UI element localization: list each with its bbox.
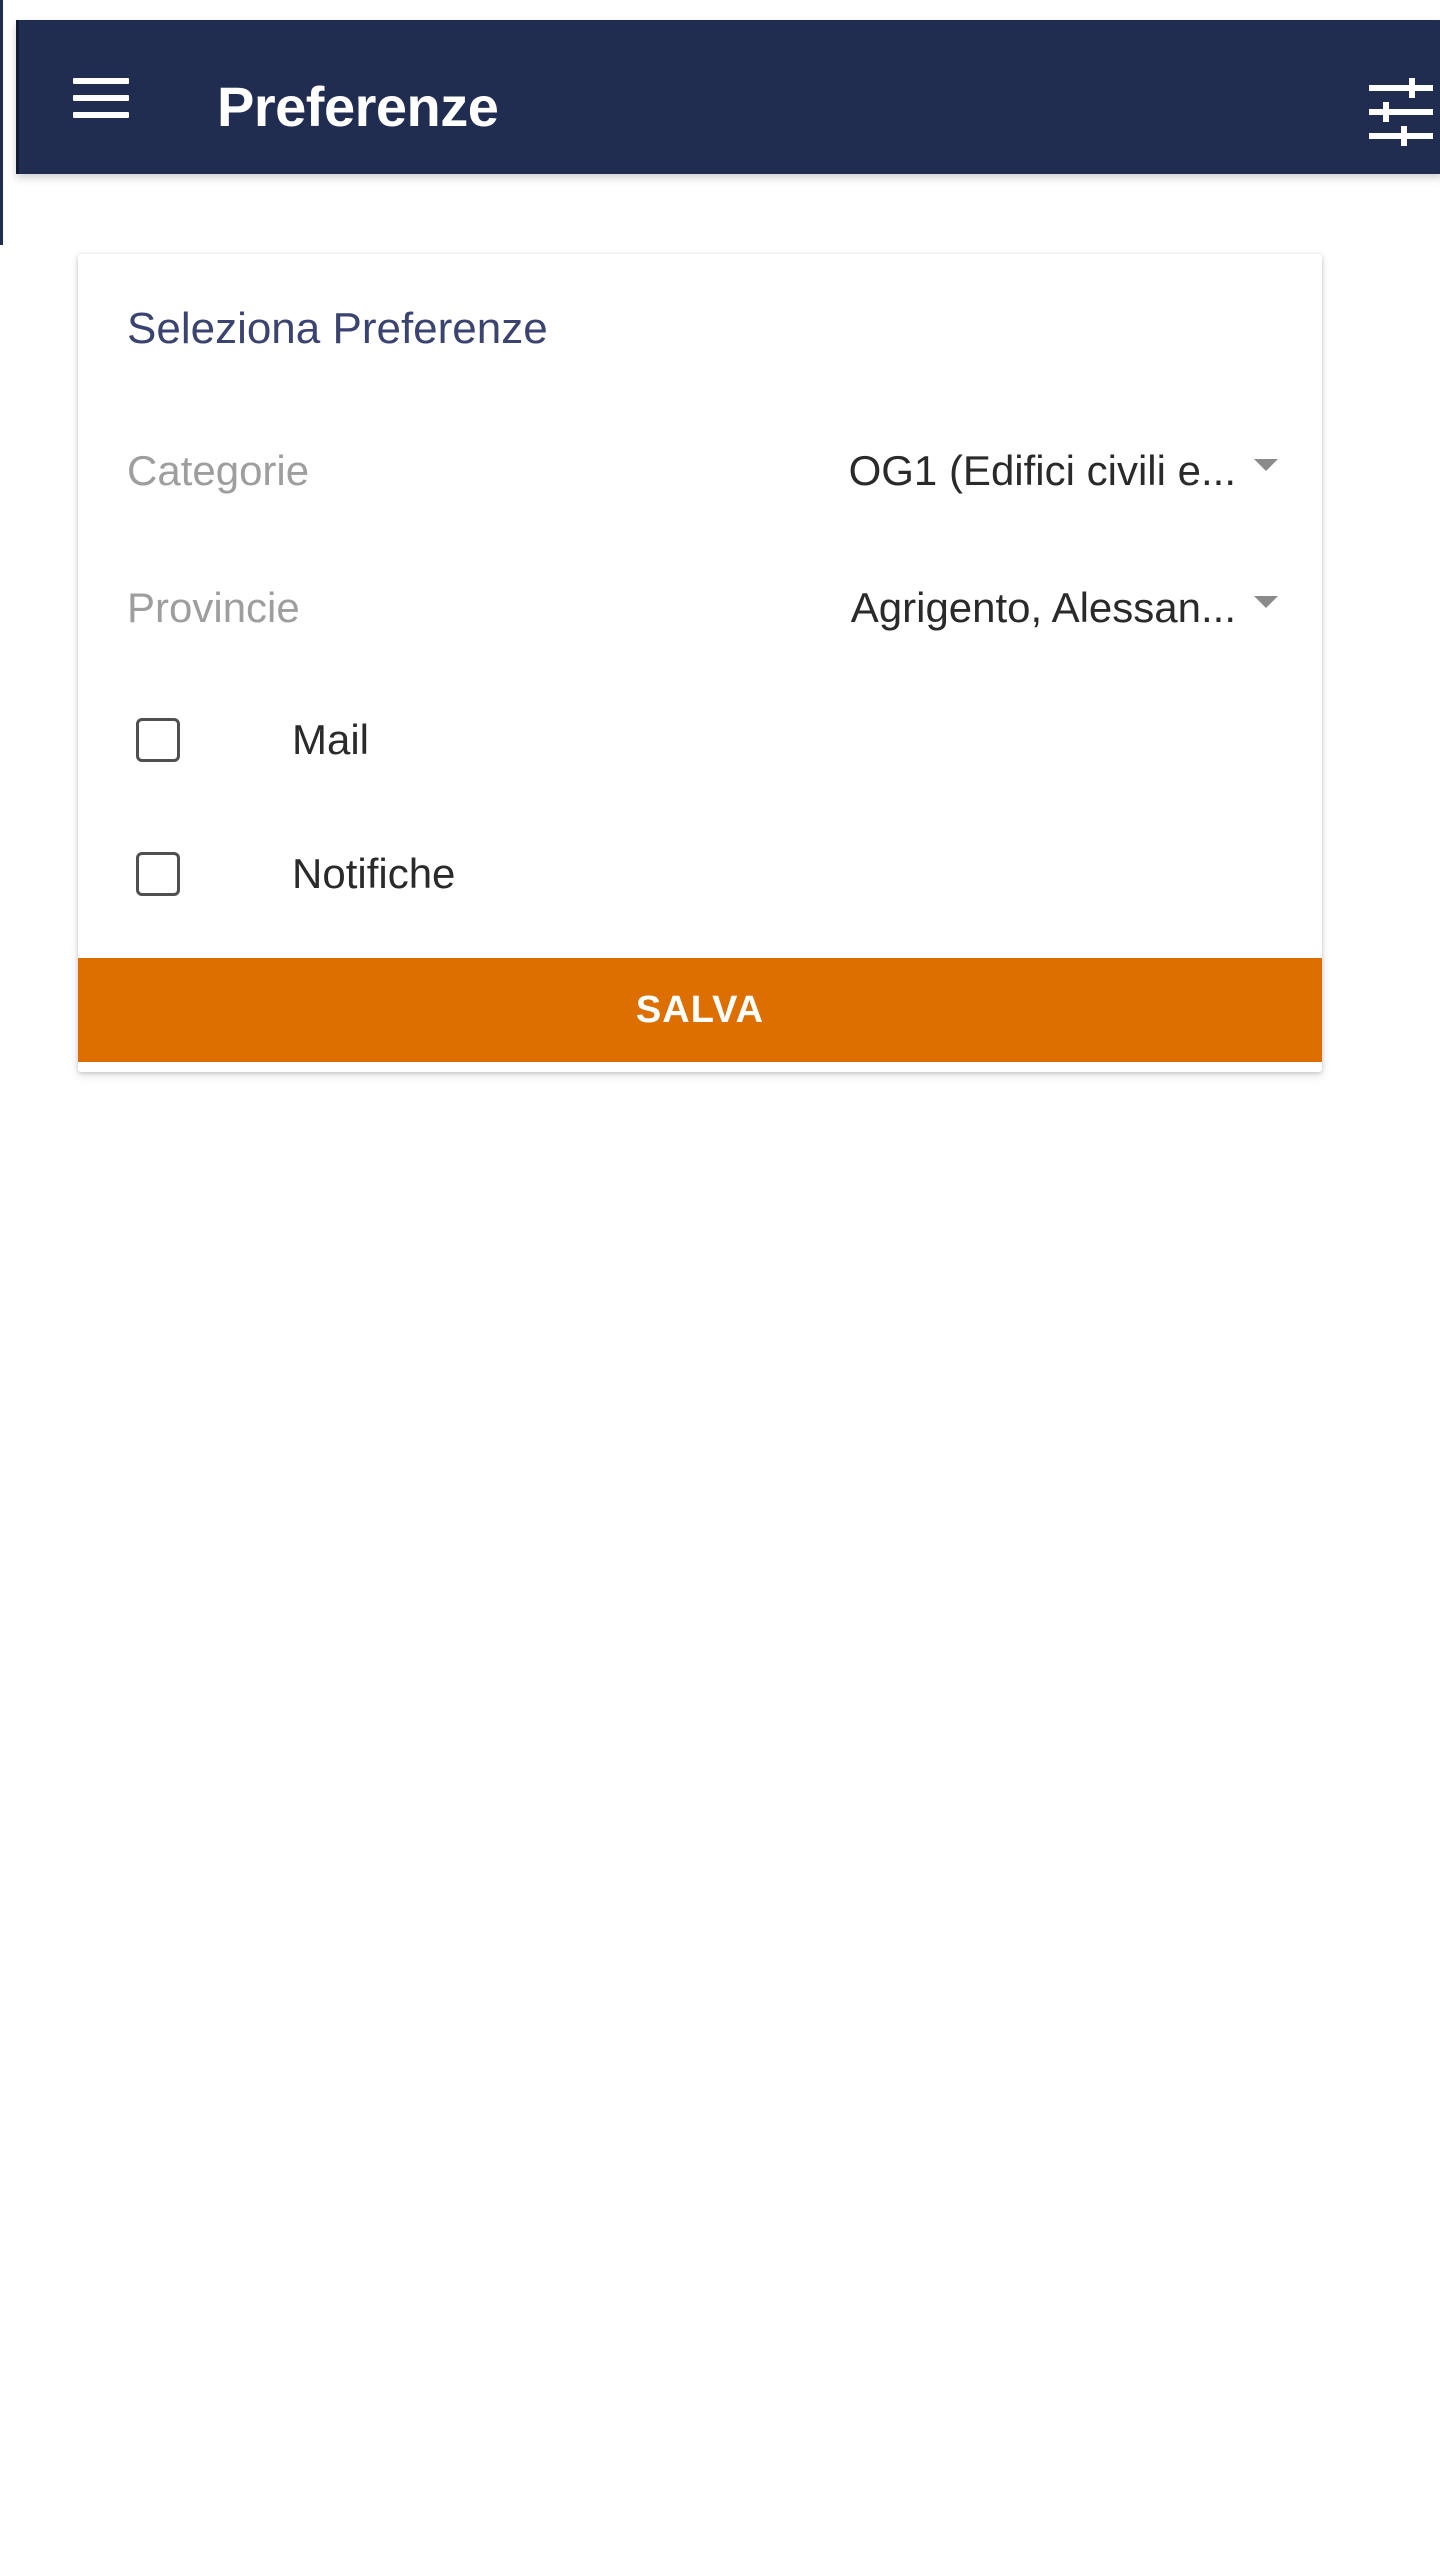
save-button[interactable]: SALVA bbox=[78, 958, 1322, 1062]
provincie-select-value: Agrigento, Alessan... bbox=[850, 584, 1236, 631]
notifiche-checkbox[interactable] bbox=[136, 852, 180, 896]
preferences-card: Seleziona Preferenze Categorie OG1 (Edif… bbox=[78, 254, 1322, 1072]
notifiche-checkbox-label: Notifiche bbox=[292, 850, 456, 897]
card-title: Seleziona Preferenze bbox=[127, 304, 548, 353]
provincie-label: Provincie bbox=[127, 584, 300, 631]
tune-sliders-icon[interactable] bbox=[1365, 76, 1437, 148]
categorie-label: Categorie bbox=[127, 447, 310, 494]
categorie-select-value: OG1 (Edifici civili e... bbox=[848, 447, 1236, 494]
page-title: Preferenze bbox=[217, 75, 499, 138]
hamburger-menu-icon[interactable] bbox=[69, 66, 133, 130]
mail-checkbox-row[interactable]: Mail bbox=[78, 698, 1322, 788]
categorie-select[interactable]: OG1 (Edifici civili e... bbox=[808, 441, 1278, 511]
notifiche-checkbox-row[interactable]: Notifiche bbox=[78, 832, 1322, 922]
left-edge-strip bbox=[0, 0, 3, 245]
caret-down-icon bbox=[1254, 596, 1278, 608]
mail-checkbox-label: Mail bbox=[292, 716, 370, 763]
mail-checkbox[interactable] bbox=[136, 718, 180, 762]
caret-down-icon bbox=[1254, 459, 1278, 471]
top-app-bar: Preferenze bbox=[16, 20, 1440, 174]
provincie-select[interactable]: Agrigento, Alessan... bbox=[808, 578, 1278, 648]
